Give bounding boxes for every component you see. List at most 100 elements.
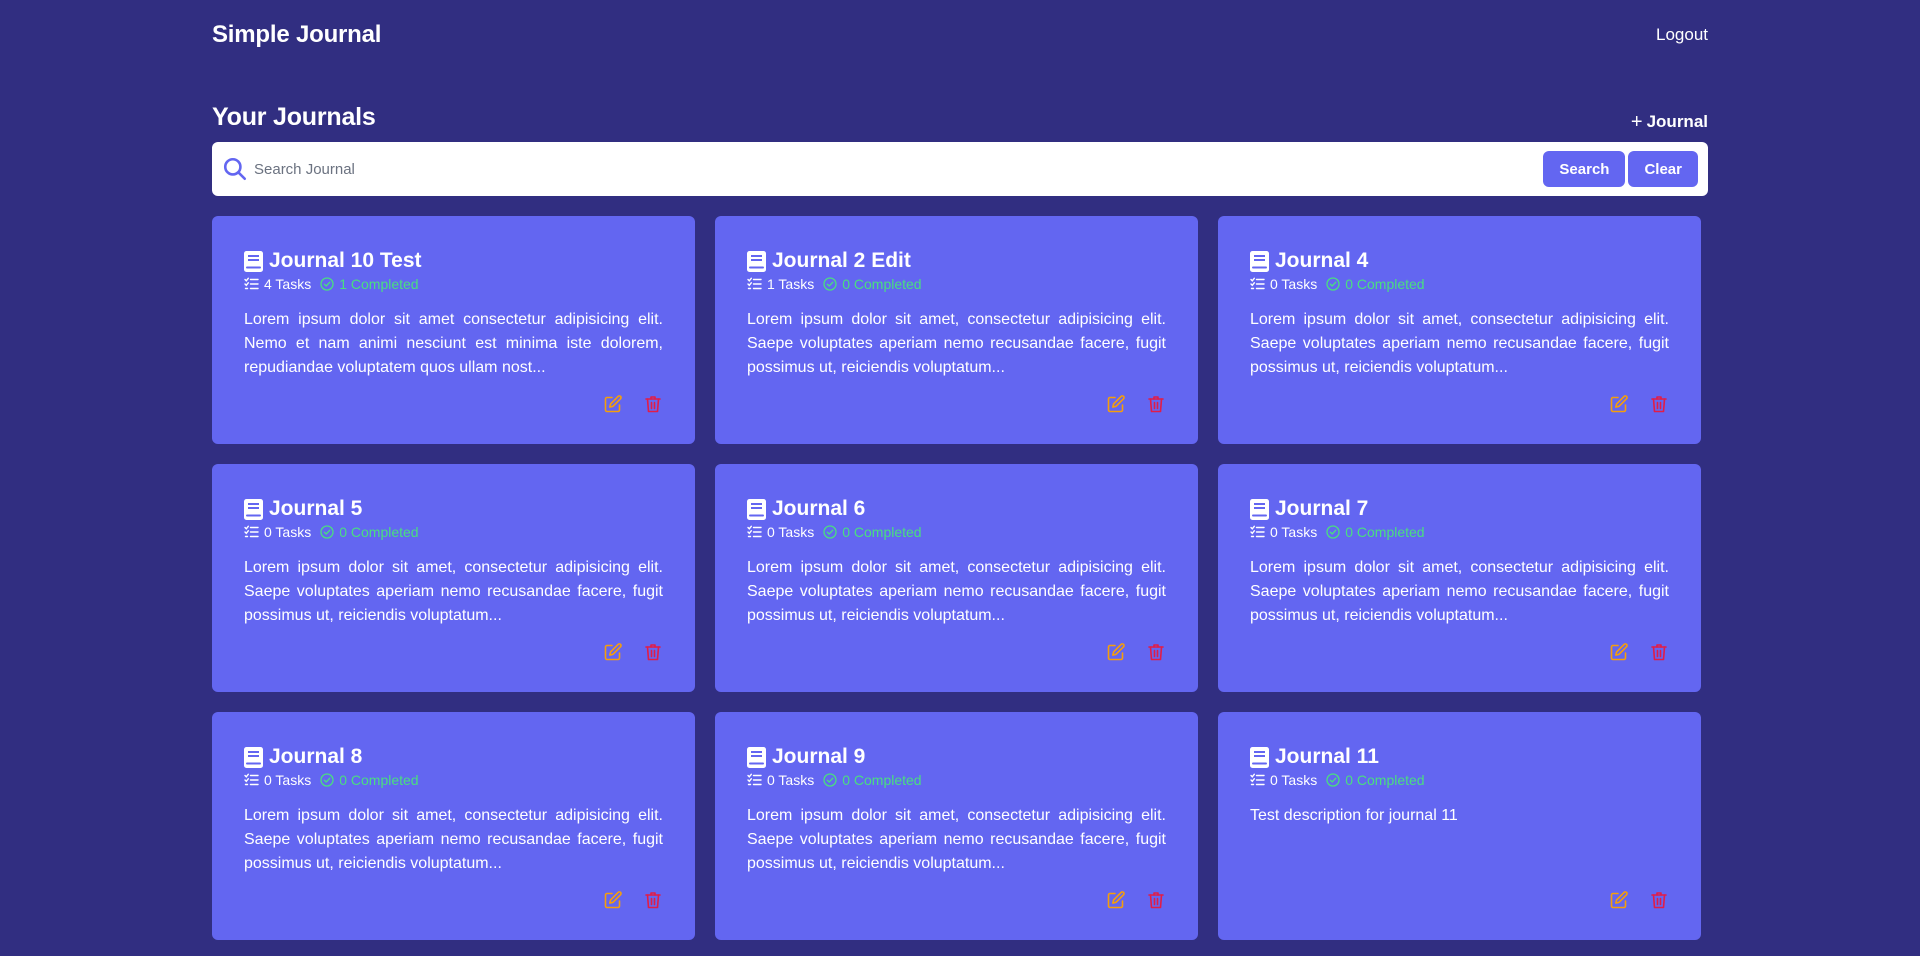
card-actions (1106, 642, 1166, 662)
journal-card[interactable]: Journal 8 0 Tasks 0 Completed Lorem ipsu… (212, 712, 695, 940)
task-count: 4 Tasks (264, 276, 312, 292)
journal-description: Lorem ipsum dolor sit amet, consectetur … (244, 807, 663, 872)
search-bar: Search Clear (212, 142, 1708, 196)
journal-title-row: Journal 6 (747, 497, 1166, 521)
journal-title-row: Journal 9 (747, 745, 1166, 769)
card-actions (1609, 394, 1669, 414)
trash-icon[interactable] (1146, 642, 1166, 662)
check-circle-icon (823, 525, 837, 539)
tasks-list-icon (244, 277, 259, 290)
journal-card[interactable]: Journal 6 0 Tasks 0 Completed Lorem ipsu… (715, 464, 1198, 692)
edit-icon[interactable] (603, 394, 623, 414)
journal-card[interactable]: Journal 9 0 Tasks 0 Completed Lorem ipsu… (715, 712, 1198, 940)
card-actions (1106, 890, 1166, 910)
journal-description: Lorem ipsum dolor sit amet, consectetur … (747, 311, 1166, 376)
journal-meta: 0 Tasks 0 Completed (1250, 524, 1669, 540)
journal-title-row: Journal 7 (1250, 497, 1669, 521)
card-actions (603, 642, 663, 662)
page-title: Your Journals (212, 103, 376, 131)
journal-description: Lorem ipsum dolor sit amet consectetur a… (244, 311, 663, 376)
check-circle-icon (823, 277, 837, 291)
journal-meta: 4 Tasks 1 Completed (244, 276, 663, 292)
journal-title[interactable]: Journal 6 (772, 497, 865, 521)
book-icon (747, 250, 766, 272)
book-icon (1250, 498, 1269, 520)
journal-card[interactable]: Journal 4 0 Tasks 0 Completed Lorem ipsu… (1218, 216, 1701, 444)
check-circle-icon (320, 277, 334, 291)
tasks-list-icon (1250, 277, 1265, 290)
journal-title[interactable]: Journal 11 (1275, 745, 1379, 769)
edit-icon[interactable] (1609, 394, 1629, 414)
card-actions (1106, 394, 1166, 414)
journal-title[interactable]: Journal 8 (269, 745, 362, 769)
task-count: 0 Tasks (1270, 524, 1318, 540)
journal-card[interactable]: Journal 11 0 Tasks 0 Completed Test desc… (1218, 712, 1701, 940)
journal-card[interactable]: Journal 5 0 Tasks 0 Completed Lorem ipsu… (212, 464, 695, 692)
card-actions (603, 890, 663, 910)
edit-icon[interactable] (603, 642, 623, 662)
trash-icon[interactable] (1146, 890, 1166, 910)
edit-icon[interactable] (1106, 890, 1126, 910)
completed-count: 0 Completed (1345, 276, 1425, 292)
tasks-list-icon (747, 525, 762, 538)
journal-title-row: Journal 5 (244, 497, 663, 521)
journal-description: Test description for journal 11 (1250, 807, 1458, 824)
journal-meta: 0 Tasks 0 Completed (244, 772, 663, 788)
journal-title[interactable]: Journal 5 (269, 497, 362, 521)
journal-title[interactable]: Journal 2 Edit (772, 249, 911, 273)
task-count: 0 Tasks (1270, 276, 1318, 292)
tasks-list-icon (1250, 525, 1265, 538)
tasks-list-icon (244, 773, 259, 786)
journal-meta: 0 Tasks 0 Completed (1250, 772, 1669, 788)
trash-icon[interactable] (643, 642, 663, 662)
book-icon (244, 250, 263, 272)
journal-card[interactable]: Journal 7 0 Tasks 0 Completed Lorem ipsu… (1218, 464, 1701, 692)
edit-icon[interactable] (1609, 642, 1629, 662)
clear-button[interactable]: Clear (1628, 151, 1698, 187)
journal-title-row: Journal 10 Test (244, 249, 663, 273)
journal-title[interactable]: Journal 7 (1275, 497, 1368, 521)
journal-card[interactable]: Journal 10 Test 4 Tasks 1 Completed Lore… (212, 216, 695, 444)
add-journal-label: Journal (1646, 112, 1708, 131)
app-title: Simple Journal (212, 21, 382, 48)
trash-icon[interactable] (1649, 394, 1669, 414)
card-actions (1609, 890, 1669, 910)
search-input[interactable] (254, 160, 1541, 178)
journal-title[interactable]: Journal 4 (1275, 249, 1368, 273)
journal-card[interactable]: Journal 2 Edit 1 Tasks 0 Completed Lorem… (715, 216, 1198, 444)
check-circle-icon (1326, 277, 1340, 291)
completed-count: 0 Completed (842, 276, 922, 292)
logout-link[interactable]: Logout (1656, 25, 1708, 45)
card-actions (603, 394, 663, 414)
edit-icon[interactable] (1609, 890, 1629, 910)
trash-icon[interactable] (1649, 890, 1669, 910)
add-journal-button[interactable]: + Journal (1631, 112, 1708, 132)
search-button[interactable]: Search (1543, 151, 1626, 187)
edit-icon[interactable] (1106, 394, 1126, 414)
trash-icon[interactable] (1146, 394, 1166, 414)
trash-icon[interactable] (643, 394, 663, 414)
completed-count: 0 Completed (842, 524, 922, 540)
journal-title-row: Journal 11 (1250, 745, 1669, 769)
trash-icon[interactable] (643, 890, 663, 910)
journal-title-row: Journal 4 (1250, 249, 1669, 273)
book-icon (1250, 250, 1269, 272)
journal-meta: 0 Tasks 0 Completed (1250, 276, 1669, 292)
tasks-list-icon (244, 525, 259, 538)
journal-description: Lorem ipsum dolor sit amet, consectetur … (747, 559, 1166, 624)
book-icon (244, 746, 263, 768)
edit-icon[interactable] (1106, 642, 1126, 662)
check-circle-icon (823, 773, 837, 787)
plus-icon: + (1630, 111, 1643, 133)
journal-title[interactable]: Journal 9 (772, 745, 865, 769)
trash-icon[interactable] (1649, 642, 1669, 662)
check-circle-icon (1326, 773, 1340, 787)
completed-count: 0 Completed (339, 772, 419, 788)
journals-header: Your Journals + Journal (212, 70, 1708, 142)
journal-title[interactable]: Journal 10 Test (269, 249, 422, 273)
journal-title-row: Journal 8 (244, 745, 663, 769)
journal-grid: Journal 10 Test 4 Tasks 1 Completed Lore… (212, 216, 1708, 940)
check-circle-icon (1326, 525, 1340, 539)
check-circle-icon (320, 773, 334, 787)
edit-icon[interactable] (603, 890, 623, 910)
